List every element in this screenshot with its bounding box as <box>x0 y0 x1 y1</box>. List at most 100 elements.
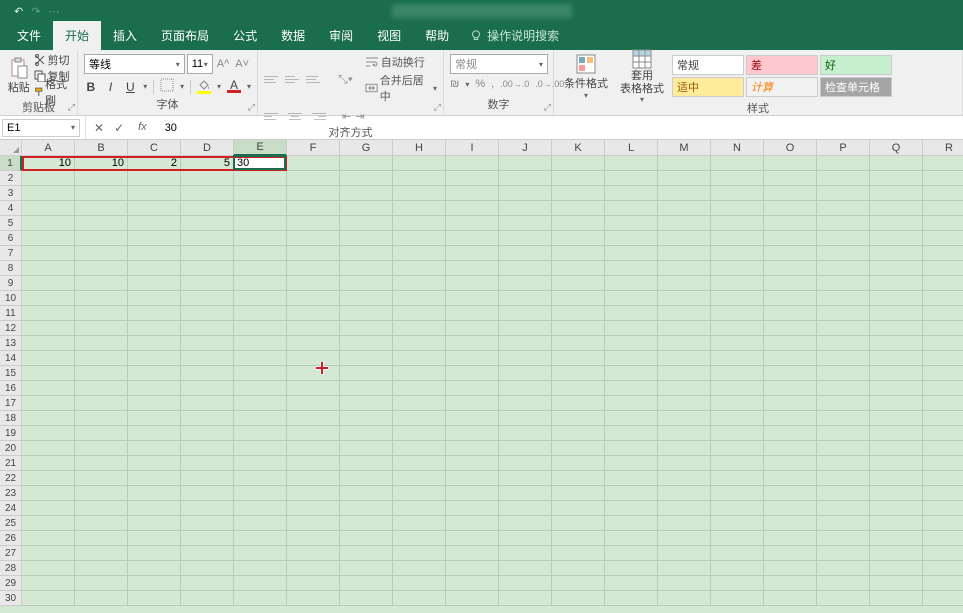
cell-C29[interactable] <box>128 576 181 591</box>
tab-help[interactable]: 帮助 <box>413 21 461 50</box>
row-header-9[interactable]: 9 <box>0 276 22 291</box>
cell-H16[interactable] <box>393 381 446 396</box>
tab-page-layout[interactable]: 页面布局 <box>149 21 221 50</box>
cell-H14[interactable] <box>393 351 446 366</box>
cell-N20[interactable] <box>711 441 764 456</box>
align-middle-button[interactable] <box>285 71 302 87</box>
cell-B15[interactable] <box>75 366 128 381</box>
cell-J25[interactable] <box>499 516 552 531</box>
cell-G13[interactable] <box>340 336 393 351</box>
cell-C12[interactable] <box>128 321 181 336</box>
cell-G30[interactable] <box>340 591 393 606</box>
cell-H30[interactable] <box>393 591 446 606</box>
row-header-16[interactable]: 16 <box>0 381 22 396</box>
cell-R22[interactable] <box>923 471 963 486</box>
increase-indent-button[interactable]: ⇥ <box>355 110 364 123</box>
cell-F17[interactable] <box>287 396 340 411</box>
style-good[interactable]: 好 <box>820 55 892 75</box>
cell-D27[interactable] <box>181 546 234 561</box>
cell-F8[interactable] <box>287 261 340 276</box>
col-header-E[interactable]: E <box>234 140 287 156</box>
cell-B12[interactable] <box>75 321 128 336</box>
cell-E19[interactable] <box>234 426 287 441</box>
cell-I4[interactable] <box>446 201 499 216</box>
cell-I6[interactable] <box>446 231 499 246</box>
row-header-19[interactable]: 19 <box>0 426 22 441</box>
cell-H22[interactable] <box>393 471 446 486</box>
cell-B28[interactable] <box>75 561 128 576</box>
cell-N4[interactable] <box>711 201 764 216</box>
cell-R29[interactable] <box>923 576 963 591</box>
cell-M14[interactable] <box>658 351 711 366</box>
cell-B23[interactable] <box>75 486 128 501</box>
cell-D29[interactable] <box>181 576 234 591</box>
cell-F9[interactable] <box>287 276 340 291</box>
cell-K4[interactable] <box>552 201 605 216</box>
col-header-J[interactable]: J <box>499 140 552 156</box>
cell-M3[interactable] <box>658 186 711 201</box>
cell-R11[interactable] <box>923 306 963 321</box>
qat-more-icon[interactable]: ⋯ <box>48 5 59 18</box>
cell-K18[interactable] <box>552 411 605 426</box>
col-header-I[interactable]: I <box>446 140 499 156</box>
cell-O15[interactable] <box>764 366 817 381</box>
paste-button[interactable]: 粘贴 <box>6 52 32 99</box>
cell-G8[interactable] <box>340 261 393 276</box>
cell-F5[interactable] <box>287 216 340 231</box>
cell-B5[interactable] <box>75 216 128 231</box>
cell-R4[interactable] <box>923 201 963 216</box>
cell-K21[interactable] <box>552 456 605 471</box>
row-header-29[interactable]: 29 <box>0 576 22 591</box>
cell-J16[interactable] <box>499 381 552 396</box>
cell-J5[interactable] <box>499 216 552 231</box>
cell-P6[interactable] <box>817 231 870 246</box>
cell-E14[interactable] <box>234 351 287 366</box>
cell-E27[interactable] <box>234 546 287 561</box>
cell-P18[interactable] <box>817 411 870 426</box>
cell-J7[interactable] <box>499 246 552 261</box>
cell-H2[interactable] <box>393 171 446 186</box>
cell-L9[interactable] <box>605 276 658 291</box>
cell-M9[interactable] <box>658 276 711 291</box>
cell-O28[interactable] <box>764 561 817 576</box>
cell-Q23[interactable] <box>870 486 923 501</box>
cell-M30[interactable] <box>658 591 711 606</box>
cell-O1[interactable] <box>764 156 817 171</box>
cell-O16[interactable] <box>764 381 817 396</box>
cell-M23[interactable] <box>658 486 711 501</box>
cell-M8[interactable] <box>658 261 711 276</box>
cell-B24[interactable] <box>75 501 128 516</box>
row-header-5[interactable]: 5 <box>0 216 22 231</box>
cell-E21[interactable] <box>234 456 287 471</box>
cell-I9[interactable] <box>446 276 499 291</box>
cell-P30[interactable] <box>817 591 870 606</box>
cell-F26[interactable] <box>287 531 340 546</box>
cell-C11[interactable] <box>128 306 181 321</box>
cell-L3[interactable] <box>605 186 658 201</box>
cell-A28[interactable] <box>22 561 75 576</box>
cell-M2[interactable] <box>658 171 711 186</box>
cell-P26[interactable] <box>817 531 870 546</box>
fill-color-button[interactable] <box>197 79 211 94</box>
cell-R6[interactable] <box>923 231 963 246</box>
cell-I25[interactable] <box>446 516 499 531</box>
cell-R3[interactable] <box>923 186 963 201</box>
cell-G9[interactable] <box>340 276 393 291</box>
cell-N5[interactable] <box>711 216 764 231</box>
cell-A22[interactable] <box>22 471 75 486</box>
cell-J12[interactable] <box>499 321 552 336</box>
cell-K1[interactable] <box>552 156 605 171</box>
cell-H15[interactable] <box>393 366 446 381</box>
cell-Q6[interactable] <box>870 231 923 246</box>
cell-Q5[interactable] <box>870 216 923 231</box>
cell-F6[interactable] <box>287 231 340 246</box>
align-right-button[interactable] <box>308 108 326 124</box>
cell-C4[interactable] <box>128 201 181 216</box>
format-as-table-button[interactable]: 套用 表格格式▾ <box>616 48 668 103</box>
cell-N18[interactable] <box>711 411 764 426</box>
cell-I1[interactable] <box>446 156 499 171</box>
italic-button[interactable]: I <box>104 80 118 94</box>
cell-Q19[interactable] <box>870 426 923 441</box>
cell-K16[interactable] <box>552 381 605 396</box>
cell-L12[interactable] <box>605 321 658 336</box>
